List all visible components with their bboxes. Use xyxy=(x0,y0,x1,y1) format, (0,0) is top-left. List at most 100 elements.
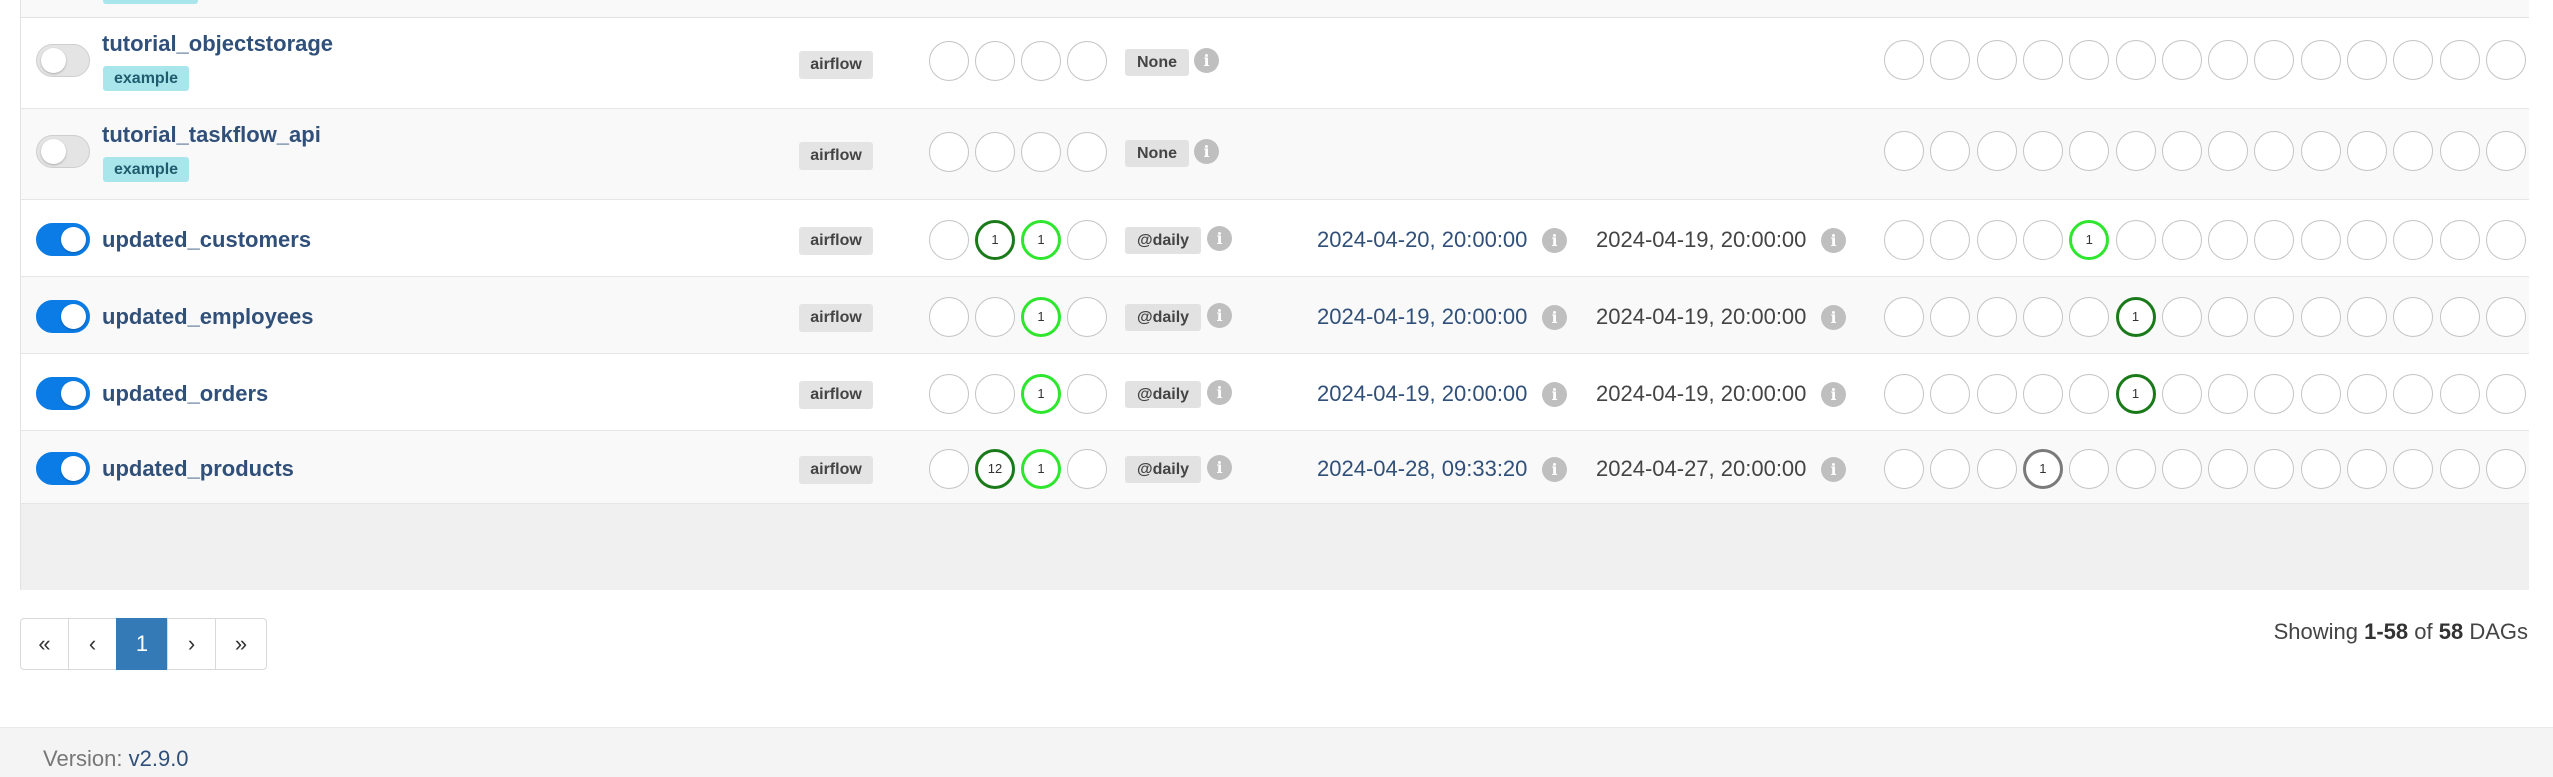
info-icon[interactable]: i xyxy=(1821,227,1846,253)
task-status-circle[interactable] xyxy=(1884,131,1924,171)
task-status-circle[interactable] xyxy=(2485,373,2526,414)
version-link[interactable]: v2.9.0 xyxy=(129,746,189,771)
run-status-circle[interactable] xyxy=(1021,132,1061,172)
dag-tag[interactable]: example xyxy=(103,66,190,91)
task-status-circle[interactable] xyxy=(2393,219,2434,260)
task-status-circle[interactable]: 1 xyxy=(2115,373,2156,414)
last-page-button[interactable]: » xyxy=(215,618,267,670)
info-icon[interactable]: i xyxy=(1821,381,1846,407)
task-status-circle[interactable] xyxy=(2347,296,2387,337)
dag-active-toggle[interactable] xyxy=(36,451,90,485)
task-status-circle[interactable]: 1 xyxy=(2115,296,2156,337)
run-status-circle[interactable]: 12 xyxy=(975,448,1015,489)
task-status-circle[interactable] xyxy=(2300,296,2341,337)
info-icon[interactable]: i xyxy=(1821,304,1846,330)
task-status-circle[interactable] xyxy=(1930,219,1971,260)
task-status-circle[interactable] xyxy=(1976,40,2017,80)
task-status-circle[interactable] xyxy=(2485,219,2526,260)
task-status-circle[interactable] xyxy=(2300,448,2341,489)
task-status-circle[interactable] xyxy=(2439,131,2480,171)
task-status-circle[interactable] xyxy=(2161,40,2202,80)
info-icon[interactable]: i xyxy=(1542,304,1567,330)
task-status-circle[interactable] xyxy=(2069,448,2110,489)
run-status-circle[interactable]: 1 xyxy=(1021,296,1061,337)
dag-name-link[interactable]: tutorial_objectstorage xyxy=(102,31,333,57)
task-status-circle[interactable] xyxy=(2208,219,2249,260)
task-status-circle[interactable] xyxy=(2022,296,2063,337)
dag-active-toggle[interactable] xyxy=(36,376,90,410)
next-run-link[interactable]: 2024-04-20, 20:00:00 xyxy=(1317,227,1527,253)
dag-name-link[interactable]: updated_employees xyxy=(102,304,314,330)
info-icon[interactable]: i xyxy=(1542,227,1567,253)
dag-active-toggle[interactable] xyxy=(36,135,90,168)
task-status-circle[interactable] xyxy=(2161,296,2202,337)
task-status-circle[interactable] xyxy=(2393,296,2434,337)
task-status-circle[interactable] xyxy=(2439,40,2480,80)
task-status-circle[interactable] xyxy=(2208,40,2249,80)
run-status-circle[interactable] xyxy=(929,448,969,489)
run-status-circle[interactable] xyxy=(1067,373,1107,414)
task-status-circle[interactable] xyxy=(2161,131,2202,171)
dag-active-toggle[interactable] xyxy=(36,222,90,256)
task-status-circle[interactable] xyxy=(2115,40,2156,80)
task-status-circle[interactable] xyxy=(2254,131,2295,171)
dag-tag[interactable]: example xyxy=(103,157,190,182)
dag-name-link[interactable]: updated_customers xyxy=(102,227,311,253)
next-run-link[interactable]: 2024-04-19, 20:00:00 xyxy=(1317,304,1527,330)
run-status-circle[interactable]: 1 xyxy=(1021,373,1061,414)
task-status-circle[interactable] xyxy=(2347,219,2387,260)
task-status-circle[interactable] xyxy=(2300,131,2341,171)
task-status-circle[interactable] xyxy=(2161,219,2202,260)
task-status-circle[interactable] xyxy=(1930,131,1971,171)
dag-name-link[interactable]: tutorial_taskflow_api xyxy=(102,122,321,148)
task-status-circle[interactable] xyxy=(2254,296,2295,337)
info-icon[interactable]: i xyxy=(1194,139,1219,164)
run-status-circle[interactable] xyxy=(1067,219,1107,260)
info-icon[interactable]: i xyxy=(1194,48,1219,73)
task-status-circle[interactable] xyxy=(2208,296,2249,337)
current-page-button[interactable]: 1 xyxy=(116,618,168,670)
task-status-circle[interactable] xyxy=(1884,448,1924,489)
task-status-circle[interactable] xyxy=(2069,373,2110,414)
info-icon[interactable]: i xyxy=(1542,456,1567,482)
run-status-circle[interactable]: 1 xyxy=(975,219,1015,260)
run-status-circle[interactable] xyxy=(929,132,969,172)
task-status-circle[interactable] xyxy=(1884,219,1924,260)
task-status-circle[interactable] xyxy=(1976,131,2017,171)
task-status-circle[interactable] xyxy=(2393,448,2434,489)
task-status-circle[interactable] xyxy=(1976,219,2017,260)
run-status-circle[interactable] xyxy=(929,219,969,260)
task-status-circle[interactable] xyxy=(2254,373,2295,414)
prev-page-button[interactable]: ‹ xyxy=(68,618,117,670)
task-status-circle[interactable] xyxy=(2300,219,2341,260)
info-icon[interactable]: i xyxy=(1821,456,1846,482)
task-status-circle[interactable] xyxy=(2115,131,2156,171)
task-status-circle[interactable] xyxy=(1976,373,2017,414)
task-status-circle[interactable] xyxy=(2393,131,2434,171)
run-status-circle[interactable] xyxy=(975,296,1015,337)
task-status-circle[interactable] xyxy=(2254,40,2295,80)
task-status-circle[interactable] xyxy=(2300,40,2341,80)
task-status-circle[interactable] xyxy=(2208,373,2249,414)
task-status-circle[interactable] xyxy=(2254,219,2295,260)
run-status-circle[interactable] xyxy=(1067,132,1107,172)
next-run-link[interactable]: 2024-04-28, 09:33:20 xyxy=(1317,456,1527,482)
task-status-circle[interactable] xyxy=(2069,131,2110,171)
task-status-circle[interactable] xyxy=(2022,373,2063,414)
task-status-circle[interactable] xyxy=(2347,40,2387,80)
info-icon[interactable]: i xyxy=(1542,381,1567,407)
task-status-circle[interactable] xyxy=(2485,40,2526,80)
task-status-circle[interactable] xyxy=(2439,373,2480,414)
run-status-circle[interactable] xyxy=(929,373,969,414)
run-status-circle[interactable] xyxy=(1067,296,1107,337)
dag-active-toggle[interactable] xyxy=(36,299,90,333)
task-status-circle[interactable] xyxy=(2347,448,2387,489)
task-status-circle[interactable] xyxy=(2485,131,2526,171)
task-status-circle[interactable] xyxy=(2300,373,2341,414)
task-status-circle[interactable] xyxy=(2485,296,2526,337)
run-status-circle[interactable] xyxy=(1067,41,1107,81)
first-page-button[interactable]: « xyxy=(20,618,69,670)
task-status-circle[interactable] xyxy=(2439,219,2480,260)
next-page-button[interactable]: › xyxy=(167,618,216,670)
task-status-circle[interactable] xyxy=(1930,40,1971,80)
